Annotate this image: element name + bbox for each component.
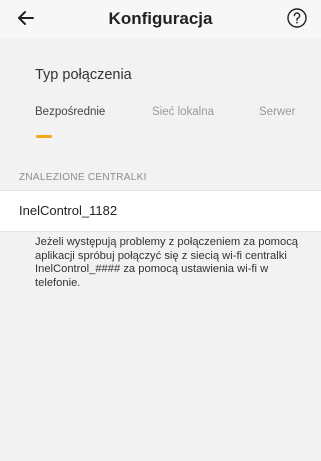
tab-server[interactable]: Serwer [259,106,295,118]
tab-local-network[interactable]: Sieć lokalna [152,106,214,118]
info-text: Jeżeli występują problemy z połączeniem … [35,236,299,289]
page-title: Konfiguracja [108,9,213,28]
active-tab-indicator [36,135,52,138]
help-button[interactable] [286,7,308,29]
app-header: Konfiguracja [0,0,321,38]
connection-type-section: Typ połączenia Bezpośrednie Sieć lokalna… [0,44,321,148]
question-circle-icon [287,8,307,28]
device-name: InelControl_1182 [19,203,118,218]
found-devices-header: ZNALEZIONE CENTRALKI [19,172,147,183]
device-list-item[interactable]: InelControl_1182 [0,190,321,232]
connection-tabs: Bezpośrednie Sieć lokalna Serwer [0,106,321,130]
tab-direct[interactable]: Bezpośrednie [35,106,105,118]
connection-type-label: Typ połączenia [35,67,132,83]
